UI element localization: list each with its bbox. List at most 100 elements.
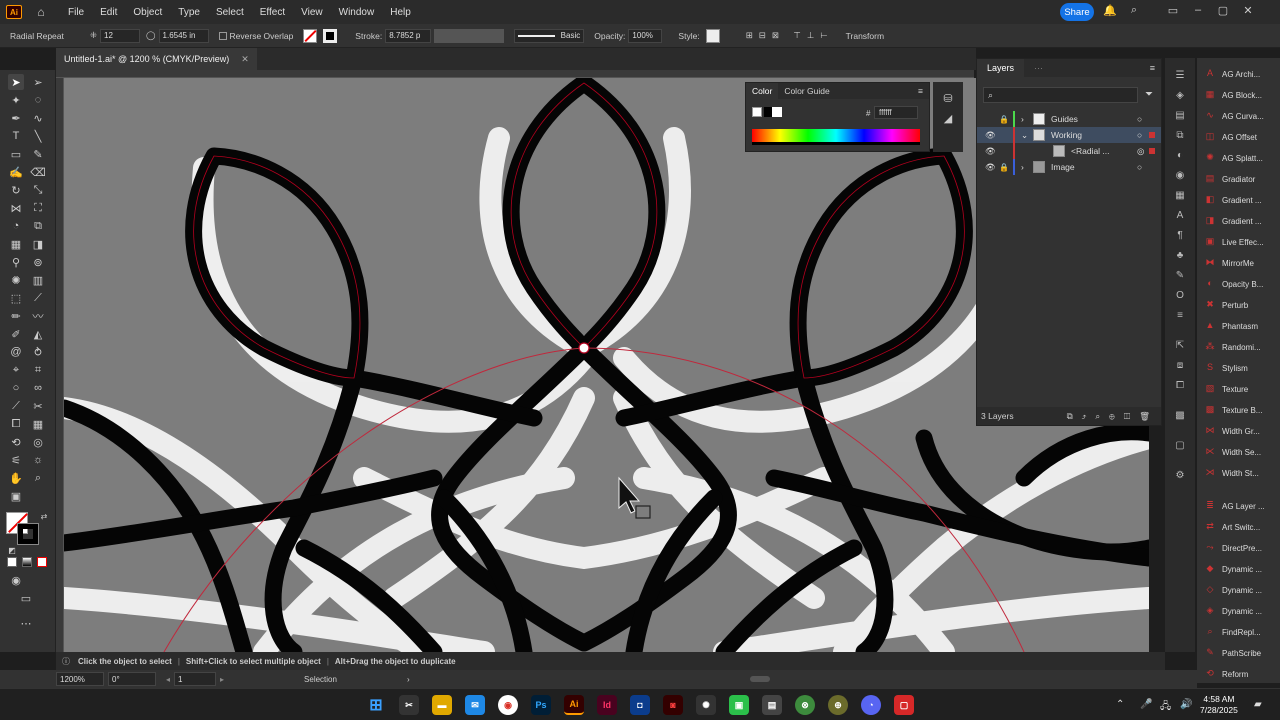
- indesign-taskbar-icon[interactable]: Id: [597, 695, 617, 715]
- paragraph-icon[interactable]: ¶: [1173, 230, 1187, 244]
- plugin-item[interactable]: ⧓ MirrorMe: [1197, 253, 1280, 273]
- default-colors-icon[interactable]: ◩: [4, 542, 20, 558]
- align-icons[interactable]: ⊞⊟⊠ ⊤⊥⊢: [746, 30, 834, 41]
- plugin-item[interactable]: ▣ Live Effec...: [1197, 232, 1280, 252]
- plugin-item[interactable]: ⟲ Reform: [1197, 664, 1280, 684]
- rotate-tool-icon[interactable]: ↻: [8, 182, 24, 198]
- mesh-tool-icon[interactable]: ▦: [8, 236, 24, 252]
- appearance-icon[interactable]: ◉: [1173, 170, 1187, 184]
- join-tool-icon[interactable]: ∞: [30, 380, 46, 396]
- layer-name[interactable]: <Radial ...: [1071, 146, 1110, 156]
- app-red2-icon[interactable]: ▢: [894, 695, 914, 715]
- layer-row-guides[interactable]: 🔒 › Guides ○: [977, 111, 1161, 127]
- white-color-icon[interactable]: [772, 107, 782, 117]
- app-green-icon[interactable]: ▣: [729, 695, 749, 715]
- opentype-icon[interactable]: O: [1173, 290, 1187, 304]
- share-button[interactable]: Share: [1060, 3, 1094, 21]
- photoshop-taskbar-icon[interactable]: Ps: [531, 695, 551, 715]
- none-mode-icon[interactable]: [37, 557, 47, 567]
- shape-builder-icon[interactable]: ◔: [8, 218, 24, 234]
- layer-name[interactable]: Guides: [1051, 114, 1078, 124]
- swatches-icon[interactable]: ▦: [1173, 190, 1187, 204]
- gradient-mode-icon[interactable]: [22, 557, 32, 567]
- properties-icon[interactable]: ☰: [1173, 70, 1187, 84]
- layer-row-radial[interactable]: 👁 <Radial ... ◎: [977, 143, 1161, 159]
- openai-icon[interactable]: ✺: [696, 695, 716, 715]
- symbol-sprayer-icon[interactable]: ✺: [8, 272, 24, 288]
- rotation-field[interactable]: 0°: [108, 672, 156, 686]
- links-icon[interactable]: ⧈: [1173, 360, 1187, 374]
- plugin-item[interactable]: ▲ Phantasm: [1197, 316, 1280, 336]
- plugin-item[interactable]: ⋉ Width Se...: [1197, 442, 1280, 462]
- app-olive-icon[interactable]: ⊕: [828, 695, 848, 715]
- magic-wand-icon[interactable]: ✦: [8, 92, 24, 108]
- visibility-eye-icon[interactable]: 👁: [985, 162, 996, 173]
- direct-selection-tool-icon[interactable]: ➢: [30, 74, 46, 90]
- lock-icon[interactable]: 🔒: [999, 163, 1009, 172]
- tab-color[interactable]: Color: [746, 83, 779, 99]
- hex-field[interactable]: ffffff: [874, 106, 918, 119]
- start-icon[interactable]: ⊞: [366, 695, 386, 715]
- crop-tool-icon[interactable]: ⌗: [30, 362, 46, 378]
- slice-tool-icon[interactable]: ⟋: [30, 290, 46, 306]
- menu-file[interactable]: File: [60, 7, 92, 18]
- artboard-prev-icon[interactable]: ◂: [166, 675, 170, 684]
- export-icon[interactable]: ⇱: [1173, 340, 1187, 354]
- plugin-item[interactable]: S Stylism: [1197, 358, 1280, 378]
- artboard-number-field[interactable]: 1: [174, 672, 217, 686]
- blend-tool-icon[interactable]: ⊚: [30, 254, 46, 270]
- app-blue-icon[interactable]: ◘: [630, 695, 650, 715]
- paint-bucket-icon[interactable]: ◭: [30, 326, 46, 342]
- horizontal-ruler[interactable]: [56, 70, 974, 78]
- plugin-item[interactable]: ◇ Dynamic ...: [1197, 580, 1280, 600]
- stroke-color-box[interactable]: [17, 523, 39, 545]
- plugin-item[interactable]: ⋊ Width St...: [1197, 463, 1280, 483]
- type-tool-icon[interactable]: T: [8, 128, 24, 144]
- plugin-item[interactable]: ⤳ DirectPre...: [1197, 538, 1280, 558]
- menu-view[interactable]: View: [293, 7, 331, 18]
- microphone-icon[interactable]: 🎤: [1140, 699, 1152, 710]
- plugin-item[interactable]: ▦ AG Block...: [1197, 85, 1280, 105]
- draw-mode-icon[interactable]: ◉: [8, 572, 24, 588]
- perspective-grid-icon[interactable]: ⧉: [30, 218, 46, 234]
- workspace-icon[interactable]: ▭: [1165, 4, 1181, 17]
- opacity-field[interactable]: 100%: [628, 28, 663, 43]
- system-clock[interactable]: 4:58 AM 7/28/2025: [1200, 694, 1238, 716]
- print-tiling-icon[interactable]: ⧠: [8, 416, 24, 432]
- xbox-icon[interactable]: ⊗: [795, 695, 815, 715]
- tab-layers[interactable]: Layers: [977, 59, 1025, 77]
- zoom-tool-icon[interactable]: ⌕: [30, 470, 46, 486]
- layer-row-working[interactable]: 👁 ⌄ Working ○: [977, 127, 1161, 143]
- flare-tool-icon[interactable]: ☼: [30, 452, 46, 468]
- visibility-eye-icon[interactable]: 👁: [985, 130, 996, 141]
- polar-grid-icon[interactable]: ◎: [30, 434, 46, 450]
- plugin-item[interactable]: ◈ Dynamic ...: [1197, 601, 1280, 621]
- sliders-icon[interactable]: ⚙: [1173, 470, 1187, 484]
- gradient-tool-icon[interactable]: ◨: [30, 236, 46, 252]
- panel-menu-icon[interactable]: ≡: [918, 86, 929, 96]
- app-red-icon[interactable]: ◙: [663, 695, 683, 715]
- bell-icon[interactable]: 🔔: [1102, 4, 1118, 17]
- eyedropper-icon[interactable]: ⚲: [8, 254, 24, 270]
- rectangle-tool-icon[interactable]: ▭: [8, 146, 24, 162]
- app-store-icon[interactable]: ▤: [762, 695, 782, 715]
- lock-icon[interactable]: 🔒: [999, 115, 1009, 124]
- scissors-icon[interactable]: ✂: [30, 398, 46, 414]
- shaper-tool-icon[interactable]: ✍: [8, 164, 24, 180]
- gradient-panel-icon[interactable]: ▢: [1173, 440, 1187, 454]
- brush-definition[interactable]: Basic: [514, 28, 585, 43]
- notification-icon[interactable]: ▰: [1254, 699, 1262, 710]
- home-icon[interactable]: ⌂: [32, 5, 50, 19]
- reverse-overlap-checkbox[interactable]: Reverse Overlap: [218, 31, 293, 41]
- blob-brush-icon[interactable]: ✐: [8, 326, 24, 342]
- grid-panel-icon[interactable]: ▩: [1173, 410, 1187, 424]
- plugin-item[interactable]: ◆ Dynamic ...: [1197, 559, 1280, 579]
- scale-tool-icon[interactable]: ⤡: [30, 182, 46, 198]
- expand-arrow-icon[interactable]: ›: [1021, 114, 1024, 124]
- align-icon[interactable]: ≡: [1173, 310, 1187, 324]
- document-tab[interactable]: Untitled-1.ai* @ 1200 % (CMYK/Preview) ✕: [56, 48, 257, 70]
- layers-icon[interactable]: ◈: [1173, 90, 1187, 104]
- plugin-item[interactable]: ⋈ Width Gr...: [1197, 421, 1280, 441]
- layer-actions-icons[interactable]: ⧉⤴⌕⊕◫🗑: [1067, 411, 1161, 422]
- volume-icon[interactable]: 🔊: [1180, 699, 1192, 710]
